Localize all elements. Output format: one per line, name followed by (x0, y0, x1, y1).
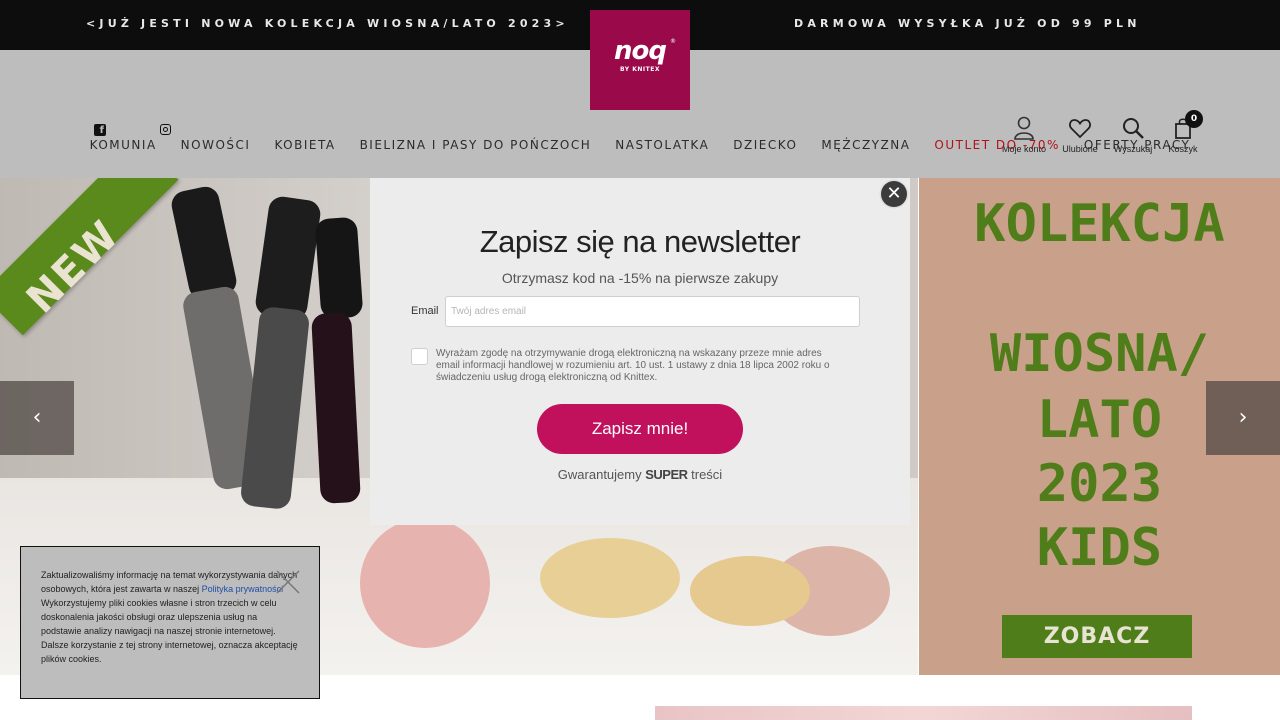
cookie-close-icon[interactable] (275, 569, 301, 595)
promo-free-shipping: DARMOWA WYSYŁKA JUŻ OD 99 PLN (794, 17, 1141, 30)
consent-text: Wyrażam zgodę na otrzymywanie drogą elek… (436, 348, 830, 383)
cookie-text-body: Wykorzystujemy pliki cookies własne i st… (41, 598, 298, 664)
nav-nastolatka[interactable]: NASTOLATKA (615, 138, 709, 152)
zobacz-button[interactable]: ZOBACZ (1002, 615, 1192, 658)
nav-dziecko[interactable]: DZIECKO (733, 138, 797, 152)
nav-komunia[interactable]: KOMUNIA (90, 138, 157, 152)
nav-outlet[interactable]: OUTLET DO -70% (934, 138, 1059, 152)
heart-icon (1069, 119, 1091, 139)
consent-checkbox[interactable] (411, 348, 428, 365)
slider-prev-button[interactable]: ‹ (0, 381, 74, 455)
logo-subtext: BY KNITEX (620, 66, 660, 73)
hero-photo-boot (314, 216, 364, 320)
modal-subtitle: Otrzymasz kod na -15% na pierwsze zakupy (501, 270, 779, 286)
search-icon (1123, 118, 1144, 139)
hero-photo-hair (540, 538, 680, 618)
slider-next-button[interactable]: › (1206, 381, 1280, 455)
nav-oferty-pracy[interactable]: OFERTY PRACY (1084, 138, 1190, 152)
modal-close-button[interactable]: ✕ (881, 181, 907, 207)
cookie-notice: Zaktualizowaliśmy informację na temat wy… (20, 546, 320, 699)
logo-registered: ® (670, 38, 676, 45)
privacy-policy-link[interactable]: Polityka prywatności (202, 584, 284, 594)
email-field[interactable] (445, 296, 860, 327)
nav-bielizna[interactable]: BIELIZNA I PASY DO POŃCZOCH (360, 138, 592, 152)
main-navigation: KOMUNIA NOWOŚCI KOBIETA BIELIZNA I PASY … (0, 138, 1280, 152)
promo-line-year: 2023 (1036, 454, 1163, 514)
nav-mezczyzna[interactable]: MĘŻCZYZNA (821, 138, 910, 152)
promo-line-wiosna: WIOSNA/ (989, 324, 1210, 384)
guarantee-prefix: Gwarantujemy (557, 467, 646, 482)
hero-photo-plush (360, 518, 490, 648)
guarantee-bold: SUPER (645, 467, 688, 482)
email-label: Email (411, 305, 439, 317)
newsletter-modal: ✕ Zapisz się na newsletter Otrzymasz kod… (370, 178, 910, 525)
cookie-text: Zaktualizowaliśmy informację na temat wy… (41, 568, 299, 666)
next-section-banner[interactable] (655, 706, 1192, 720)
nav-kobieta[interactable]: KOBIETA (274, 138, 335, 152)
promo-line-kids: KIDS (1036, 518, 1163, 578)
user-icon (1014, 116, 1034, 140)
promo-new-collection[interactable]: <JUŻ JESTI NOWA KOLEKCJA WIOSNA/LATO 202… (86, 17, 569, 30)
brand-logo[interactable]: noq ® BY KNITEX (590, 10, 690, 110)
guarantee-text: Gwarantujemy SUPER treści (370, 467, 910, 482)
promo-line-kolekcja: KOLEKCJA (974, 194, 1225, 254)
nav-nowosci[interactable]: NOWOŚCI (181, 138, 251, 152)
facebook-icon[interactable]: f (94, 124, 108, 138)
cart-count-badge: 0 (1185, 110, 1203, 128)
subscribe-button[interactable]: Zapisz mnie! (537, 404, 743, 454)
guarantee-suffix: treści (687, 467, 723, 482)
modal-title: Zapisz się na newsletter (479, 224, 801, 259)
instagram-icon[interactable] (160, 124, 174, 138)
hero-photo-hair (690, 556, 810, 626)
